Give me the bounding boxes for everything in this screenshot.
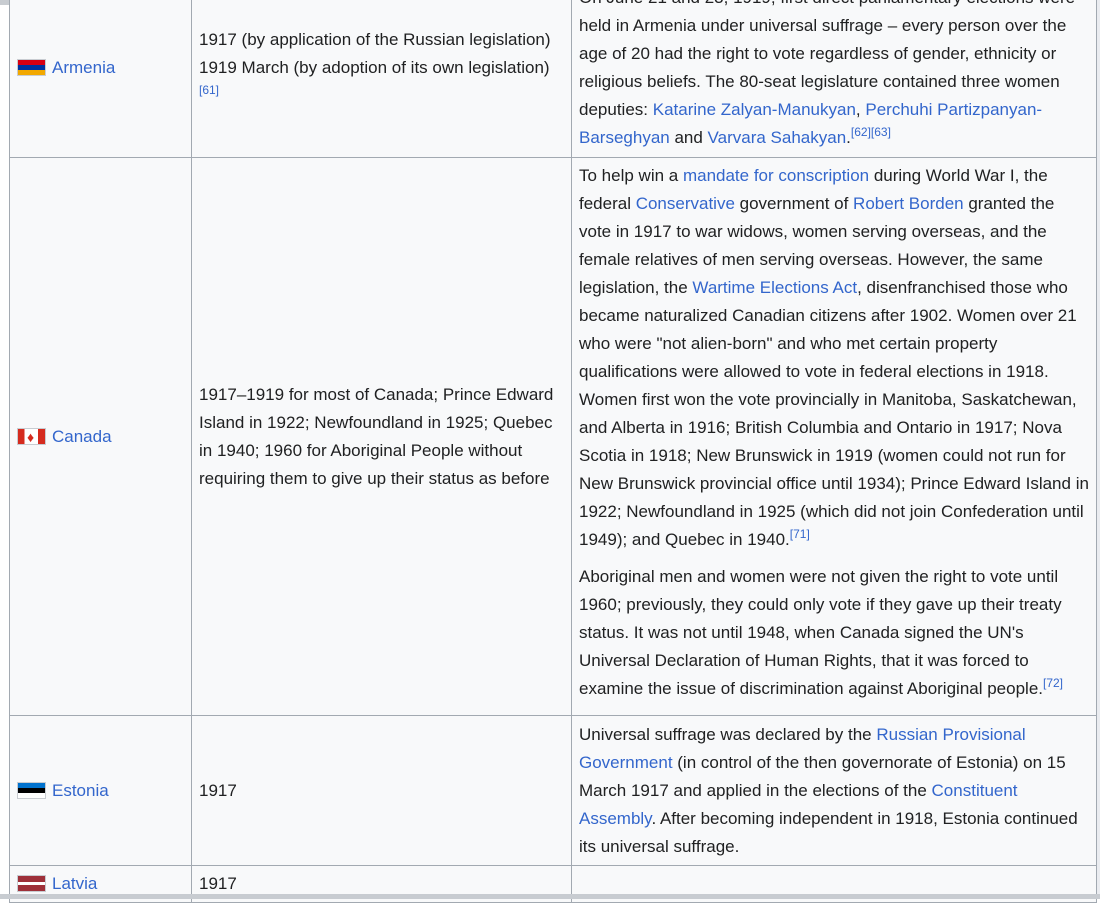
description-text: Universal suffrage was declared by the — [579, 725, 877, 744]
country-link-canada[interactable]: Canada — [52, 427, 112, 446]
canada-flag-icon — [17, 423, 46, 451]
reference-link[interactable]: [71] — [790, 527, 810, 541]
description-text: To help win a — [579, 166, 683, 185]
reference-link[interactable]: [62] — [851, 125, 871, 139]
date-text: 1919 March (by adoption of its own legis… — [199, 58, 550, 77]
bottom-scroll-edge — [0, 894, 1100, 899]
armenia-flag-icon — [17, 59, 46, 76]
description-paragraph: To help win a mandate for conscription d… — [579, 162, 1089, 554]
description-text: government of — [734, 194, 854, 213]
country-cell: Armenia — [9, 0, 192, 158]
country-link-latvia[interactable]: Latvia — [52, 874, 97, 893]
table-row-estonia: Estonia 1917 Universal suffrage was decl… — [9, 715, 1097, 866]
reference-link[interactable]: [63] — [871, 125, 891, 139]
description-text: , — [855, 100, 866, 119]
estonia-flag-icon — [17, 781, 46, 799]
reference-link[interactable]: [72] — [1043, 676, 1063, 690]
link-wartime-elections-act[interactable]: Wartime Elections Act — [692, 278, 857, 297]
description-cell: Universal suffrage was declared by the R… — [571, 715, 1097, 866]
date-cell: 1917 — [191, 715, 572, 866]
reference-link[interactable]: [61] — [199, 83, 219, 97]
description-text: Aboriginal men and women were not given … — [579, 567, 1062, 698]
link-mandate-for-conscription[interactable]: mandate for conscription — [683, 166, 869, 185]
latvia-flag-icon — [17, 875, 46, 892]
description-text: . After becoming independent in 1918, Es… — [579, 809, 1078, 856]
suffrage-table: Armenia 1917 (by application of the Russ… — [9, 0, 1097, 903]
country-link-armenia[interactable]: Armenia — [52, 58, 115, 77]
date-cell: 1917–1919 for most of Canada; Prince Edw… — [191, 157, 572, 716]
description-text: and — [669, 128, 708, 147]
date-cell: 1917 (by application of the Russian legi… — [191, 0, 572, 158]
country-cell: Canada — [9, 157, 192, 716]
link-katarine-zalyan-manukyan[interactable]: Katarine Zalyan-Manukyan — [653, 100, 856, 119]
country-cell: Estonia — [9, 715, 192, 866]
link-varvara-sahakyan[interactable]: Varvara Sahakyan — [708, 128, 847, 147]
description-paragraph: Aboriginal men and women were not given … — [579, 563, 1089, 703]
date-text: 1917 (by application of the Russian legi… — [199, 30, 551, 49]
description-text: , disenfranchised those who became natur… — [579, 278, 1089, 549]
country-link-estonia[interactable]: Estonia — [52, 781, 109, 800]
link-robert-borden[interactable]: Robert Borden — [853, 194, 964, 213]
table-row-armenia: Armenia 1917 (by application of the Russ… — [9, 0, 1097, 158]
description-cell: On June 21 and 23, 1919, first direct pa… — [571, 0, 1097, 158]
description-cell: To help win a mandate for conscription d… — [571, 157, 1097, 716]
table-row-canada: Canada 1917–1919 for most of Canada; Pri… — [9, 157, 1097, 716]
link-conservative[interactable]: Conservative — [636, 194, 735, 213]
